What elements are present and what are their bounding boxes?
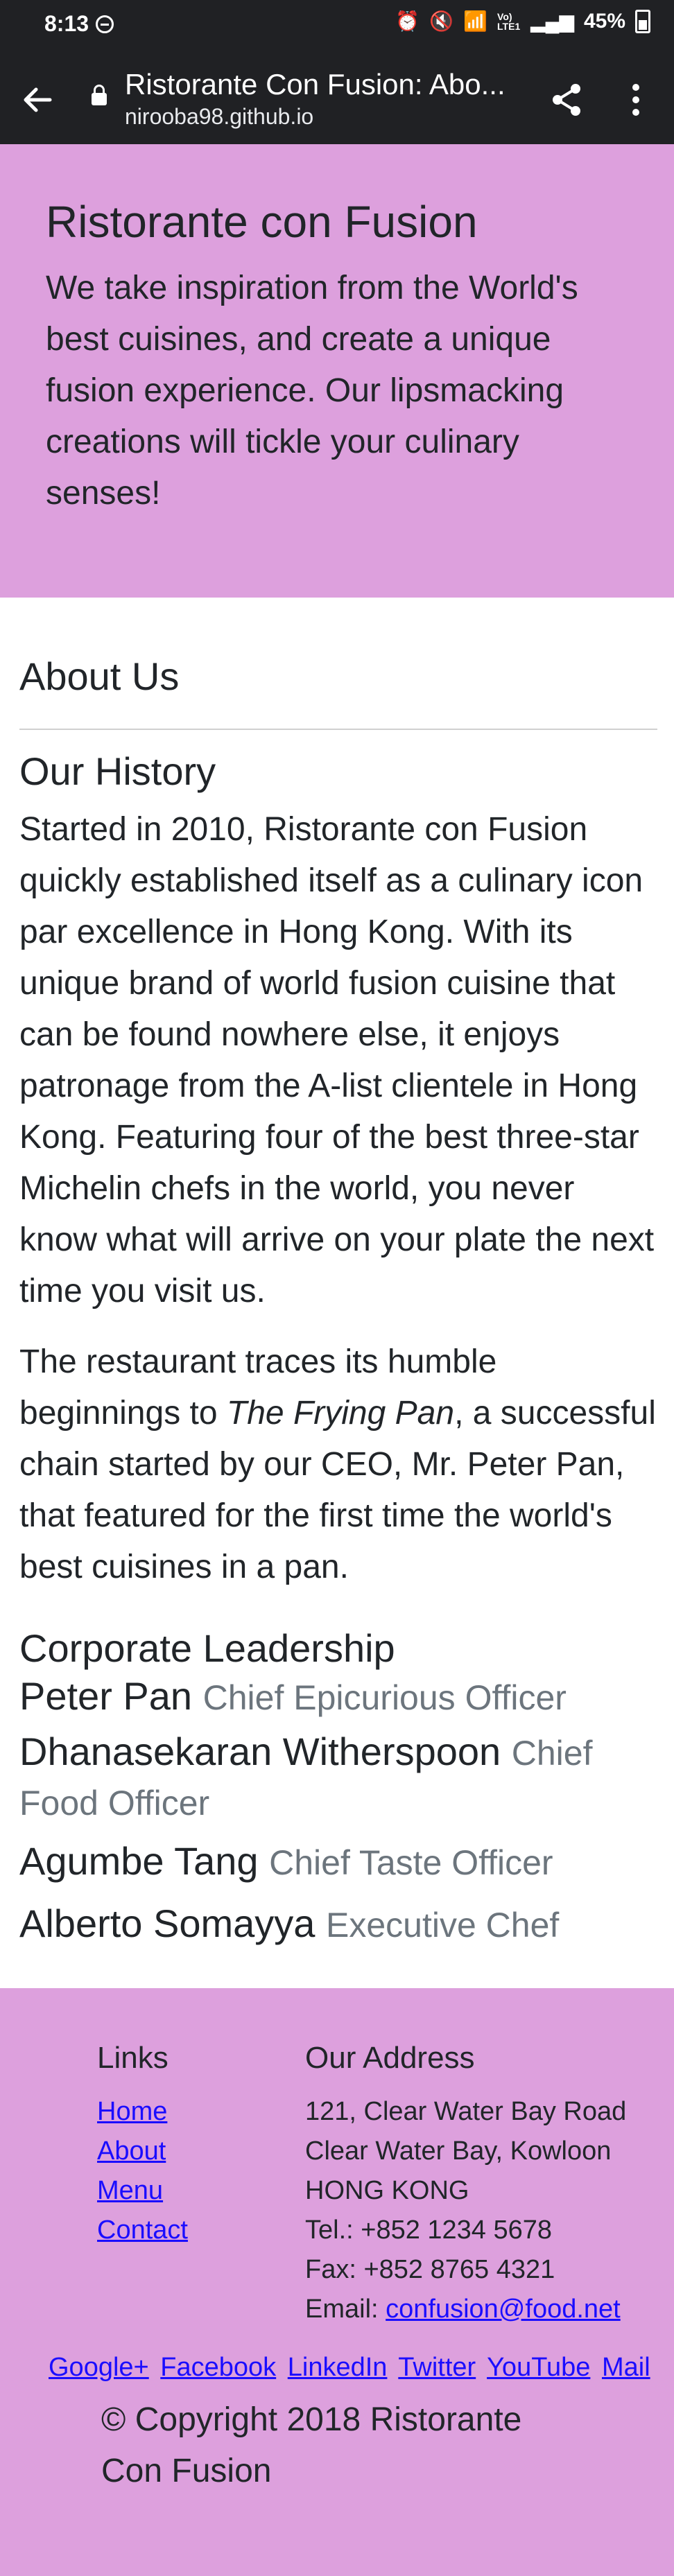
email-link[interactable]: confusion@food.net: [386, 2295, 621, 2324]
wifi-icon: 📶: [463, 10, 488, 32]
leader-role: Chief Epicurious Officer: [202, 1678, 567, 1717]
leader-name: Peter Pan: [19, 1673, 193, 1718]
jumbotron: Ristorante con Fusion We take inspiratio…: [0, 144, 674, 598]
link-item: Home: [97, 2092, 188, 2132]
address-line: Clear Water Bay, Kowloon: [305, 2136, 612, 2166]
leader-name: Agumbe Tang: [19, 1838, 259, 1883]
battery-icon: [635, 10, 650, 33]
leader-item: Dhanasekaran Witherspoon Chief Food Offi…: [19, 1728, 657, 1827]
leader-item: Alberto Somayya Executive Chef: [19, 1899, 657, 1949]
address-line: 121, Clear Water Bay Road: [305, 2097, 627, 2126]
social-links: Google+ Facebook LinkedIn Twitter YouTub…: [49, 2353, 655, 2383]
restaurant-tagline: We take inspiration from the World's bes…: [46, 269, 578, 512]
do-not-disturb-icon: [96, 15, 114, 33]
address-heading: Our Address: [305, 2041, 475, 2075]
browser-toolbar: Ristorante Con Fusion: Abo... nirooba98.…: [0, 53, 674, 144]
menu-link[interactable]: Menu: [97, 2176, 163, 2205]
home-link[interactable]: Home: [97, 2097, 167, 2126]
linkedin-link[interactable]: LinkedIn: [288, 2353, 388, 2382]
email-label: Email:: [305, 2295, 386, 2324]
our-history-heading: Our History: [19, 749, 216, 794]
footer-links: Links Home About Menu Contact: [97, 2041, 188, 2250]
network-label: Vo) LTE1: [497, 11, 521, 32]
browser-page-title[interactable]: Ristorante Con Fusion: Abo...: [125, 68, 513, 101]
leader-role: Chief Taste Officer: [269, 1843, 553, 1882]
links-list: Home About Menu Contact: [97, 2092, 188, 2250]
lock-icon[interactable]: [92, 85, 107, 105]
history-paragraph-1: Started in 2010, Ristorante con Fusion q…: [19, 811, 655, 1310]
status-time: 8:13: [44, 11, 89, 36]
restaurant-title: Ristorante con Fusion: [46, 197, 478, 247]
footer-address: Our Address 121, Clear Water Bay Road Cl…: [305, 2041, 652, 2329]
copyright-text: © Copyright 2018 Ristorante Con Fusion: [101, 2401, 522, 2489]
mute-icon: 🔇: [429, 10, 454, 32]
link-item: Menu: [97, 2171, 188, 2211]
leader-role: Executive Chef: [326, 1905, 560, 1944]
footer: Links Home About Menu Contact Our Addres…: [0, 1988, 674, 2576]
fax-line: Fax: +852 8765 4321: [305, 2255, 555, 2284]
leader-name: Dhanasekaran Witherspoon: [19, 1729, 501, 1773]
address-line: HONG KONG: [305, 2176, 469, 2205]
about-us-heading: About Us: [19, 654, 180, 698]
leader-name: Alberto Somayya: [19, 1901, 316, 1945]
twitter-link[interactable]: Twitter: [398, 2353, 476, 2382]
status-bar: 8:13 ⏰ 🔇 📶 Vo) LTE1 ▂▄▆ 45%: [0, 0, 674, 53]
links-heading: Links: [97, 2041, 168, 2075]
google-plus-link[interactable]: Google+: [49, 2353, 149, 2382]
alarm-icon: ⏰: [395, 10, 420, 32]
leader-item: Peter Pan Chief Epicurious Officer: [19, 1672, 657, 1722]
more-menu-icon[interactable]: [625, 80, 646, 119]
signal-icon: ▂▄▆: [530, 10, 574, 32]
about-link[interactable]: About: [97, 2136, 166, 2166]
status-icons: ⏰ 🔇 📶 Vo) LTE1 ▂▄▆ 45%: [395, 10, 650, 33]
youtube-link[interactable]: YouTube: [487, 2353, 590, 2382]
section-divider: [19, 729, 657, 731]
email-line: Email: confusion@food.net: [305, 2290, 652, 2329]
history-paragraph-2: The restaurant traces its humble beginni…: [19, 1337, 657, 1593]
phone-line: Tel.: +852 1234 5678: [305, 2216, 553, 2245]
link-item: About: [97, 2132, 188, 2171]
leader-item: Agumbe Tang Chief Taste Officer: [19, 1837, 657, 1887]
share-icon[interactable]: [548, 80, 587, 119]
browser-url[interactable]: nirooba98.github.io: [125, 104, 313, 130]
frying-pan-emphasis: The Frying Pan: [226, 1395, 455, 1432]
back-arrow-icon[interactable]: [19, 82, 55, 118]
corporate-leadership-heading: Corporate Leadership: [19, 1626, 395, 1671]
contact-link[interactable]: Contact: [97, 2216, 188, 2245]
link-item: Contact: [97, 2211, 188, 2250]
main-content: About Us Our History Started in 2010, Ri…: [19, 624, 657, 1949]
facebook-link[interactable]: Facebook: [160, 2353, 276, 2382]
battery-percent: 45%: [583, 10, 625, 33]
mail-link[interactable]: Mail: [602, 2353, 650, 2382]
